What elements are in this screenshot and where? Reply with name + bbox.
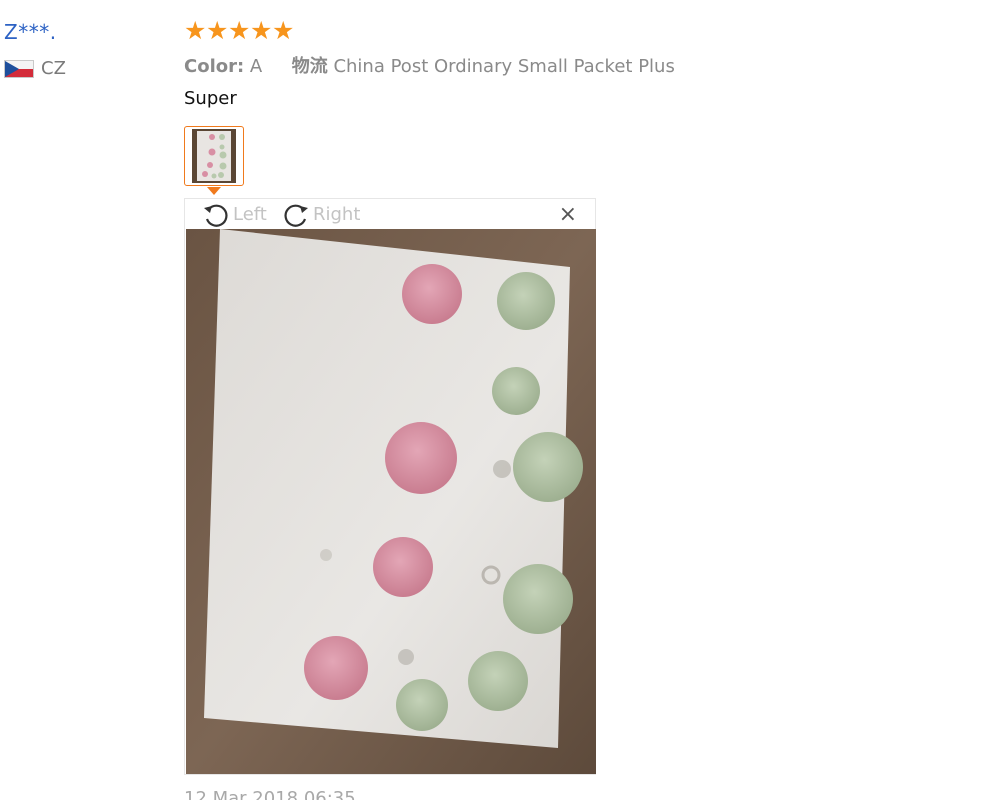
reviewer-country: CZ xyxy=(4,58,66,79)
star-icon: ★ xyxy=(250,16,273,45)
logistics-value: China Post Ordinary Small Packet Plus xyxy=(333,56,675,77)
order-info: Color: A 物流 China Post Ordinary Small Pa… xyxy=(184,52,675,78)
rotate-left-icon xyxy=(204,204,228,227)
star-icon: ★ xyxy=(272,16,295,45)
rotate-right-icon xyxy=(284,204,308,227)
rotate-left-button[interactable]: Left xyxy=(201,199,267,229)
close-icon[interactable]: × xyxy=(559,204,577,226)
czech-flag-icon xyxy=(4,59,34,78)
star-icon: ★ xyxy=(184,16,207,45)
review-date: 12 Mar 2018 06:35 xyxy=(184,788,356,800)
country-code: CZ xyxy=(41,58,66,79)
review-page: Z***. CZ ★ ★ ★ ★ ★ Color: A 物流 China Pos… xyxy=(0,0,999,800)
logistics-label: 物流 xyxy=(291,56,328,77)
color-value: A xyxy=(249,56,263,77)
review-photo xyxy=(186,229,596,774)
rotate-right-label: Right xyxy=(313,203,361,225)
rating-stars: ★ ★ ★ ★ ★ xyxy=(184,17,294,45)
rotate-right-button[interactable]: Right xyxy=(281,199,360,229)
reviewer-name[interactable]: Z***. xyxy=(4,20,57,44)
color-label: Color: xyxy=(184,56,245,77)
star-icon: ★ xyxy=(206,16,229,45)
viewer-toolbar: Left Right × xyxy=(185,199,595,229)
review-text: Super xyxy=(184,88,237,109)
review-photo-thumbnail[interactable] xyxy=(184,126,244,186)
rotate-left-label: Left xyxy=(233,203,267,225)
star-icon: ★ xyxy=(228,16,251,45)
photo-viewer: Left Right × xyxy=(184,198,596,775)
thumbnail-pointer xyxy=(207,187,221,195)
